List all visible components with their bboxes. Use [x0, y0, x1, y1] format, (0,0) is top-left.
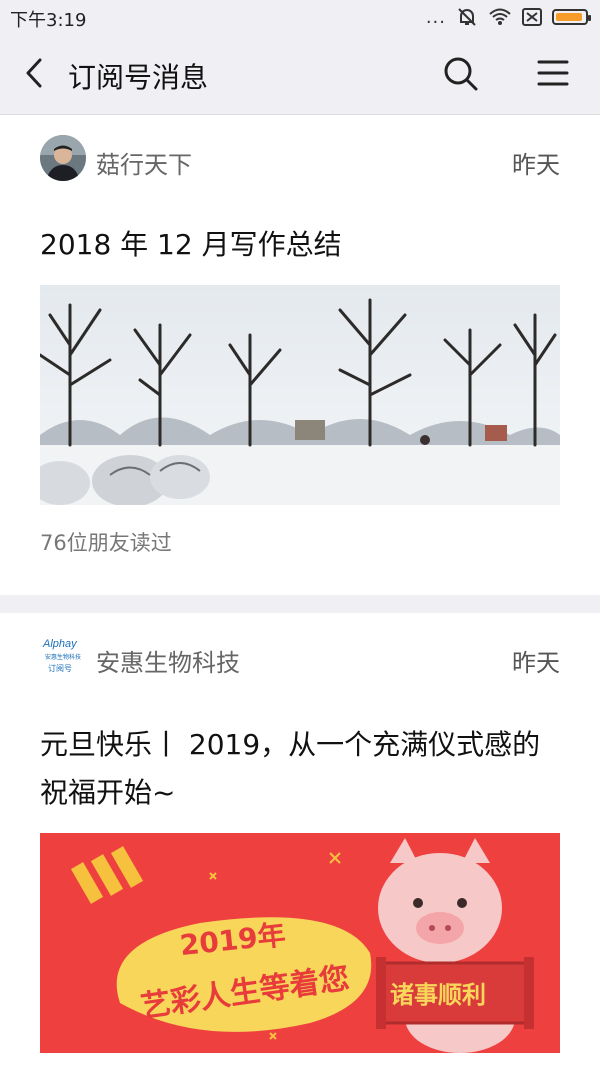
logo-sub2-text: 订阅号 [48, 663, 72, 673]
search-icon[interactable] [440, 54, 480, 94]
status-time: 下午3:19 [10, 10, 87, 31]
new-year-banner-image[interactable]: 2019年 艺彩人生等着您 诸事顺利 [40, 833, 560, 1053]
post-time: 昨天 [512, 649, 560, 677]
status-icons: ... [425, 6, 591, 28]
author-logo[interactable]: Alphay 安惠生物科技 订阅号 [40, 633, 86, 679]
author-row: Alphay 安惠生物科技 订阅号 安惠生物科技 昨天 [40, 633, 560, 683]
status-bar: 下午3:19 ... [0, 0, 600, 34]
author-name[interactable]: 安惠生物科技 [96, 643, 240, 678]
mute-bell-icon [458, 8, 476, 26]
post-time: 昨天 [512, 151, 560, 179]
sim-disabled-icon [522, 8, 542, 26]
battery-icon [552, 9, 591, 25]
card-separator [0, 595, 600, 613]
author-avatar[interactable] [40, 135, 86, 181]
top-nav-bar: 订阅号消息 [0, 34, 600, 115]
author-row: 菇行天下 昨天 [40, 135, 560, 185]
author-name[interactable]: 菇行天下 [96, 145, 192, 180]
banner-scroll-text: 诸事顺利 [390, 981, 486, 1009]
post-title-line2: 祝福开始~ [40, 776, 176, 809]
battery-level [556, 13, 582, 21]
message-card[interactable]: 菇行天下 昨天 2018 年 12 月写作总结 76位朋友读过 [0, 115, 600, 595]
readers-count: 76位朋友读过 [40, 531, 172, 555]
post-title[interactable]: 2018 年 12 月写作总结 [40, 221, 560, 269]
logo-sub-text: 安惠生物科技 [45, 653, 81, 661]
snowy-park-image[interactable] [40, 285, 560, 505]
more-dots-icon: ... [425, 6, 446, 28]
post-title[interactable]: 元旦快乐丨 2019，从一个充满仪式感的 祝福开始~ [40, 721, 560, 817]
page-title: 订阅号消息 [68, 61, 209, 94]
wifi-icon [489, 8, 511, 25]
back-chevron-icon[interactable] [18, 56, 52, 90]
post-title-line1: 元旦快乐丨 2019，从一个充满仪式感的 [40, 728, 541, 761]
logo-brand-text: Alphay [42, 638, 78, 650]
hamburger-menu-icon[interactable] [536, 56, 570, 90]
message-card[interactable]: Alphay 安惠生物科技 订阅号 安惠生物科技 昨天 元旦快乐丨 2019，从… [0, 613, 600, 1066]
